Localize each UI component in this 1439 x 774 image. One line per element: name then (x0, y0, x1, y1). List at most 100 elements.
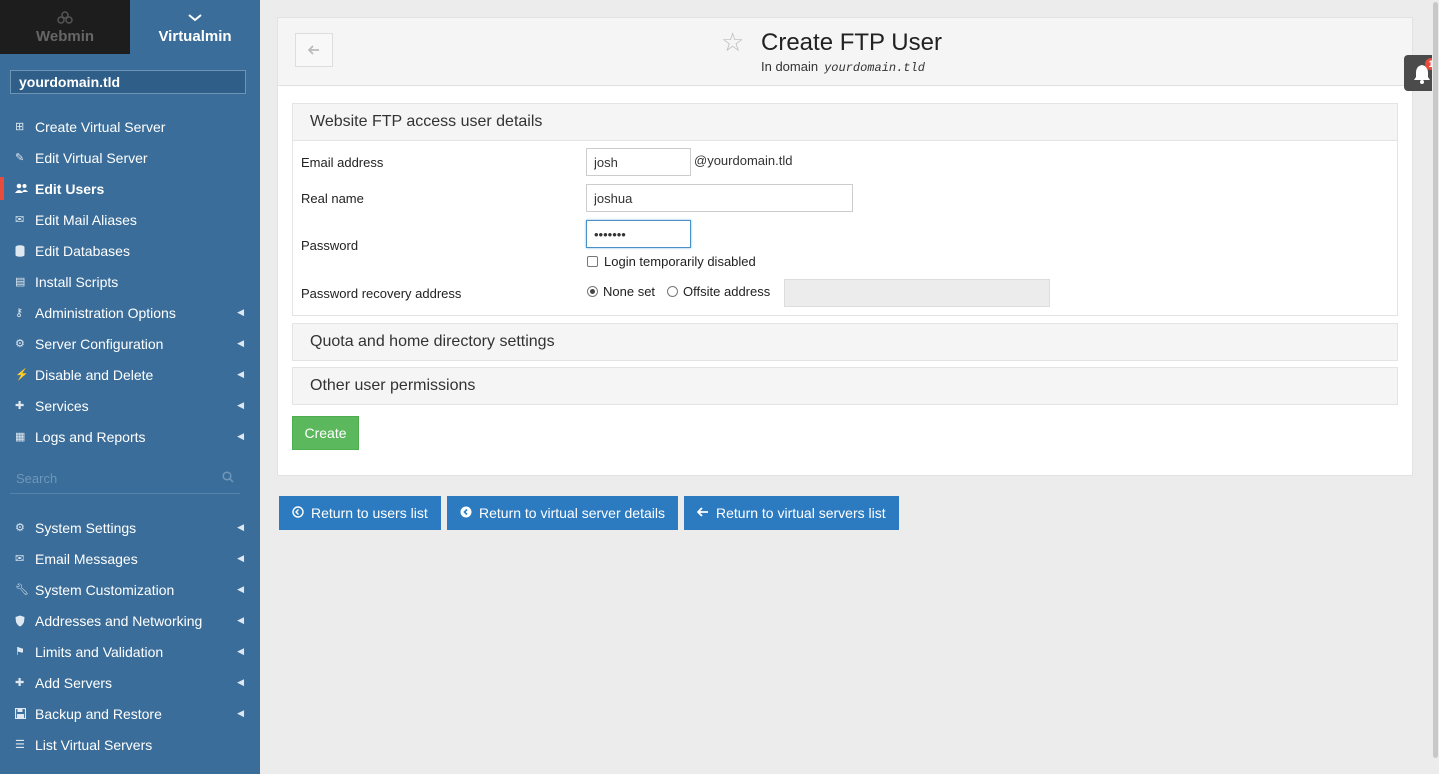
users-icon (15, 183, 35, 194)
shield-icon (15, 615, 35, 627)
puzzle-icon: ✚ (15, 400, 25, 412)
main-panel: ☆ Create FTP User In domain yourdomain.tl… (277, 17, 1413, 476)
sidebar-item-edit-databases[interactable]: Edit Databases (0, 235, 260, 266)
section-header-quota[interactable]: Quota and home directory settings (293, 324, 1397, 360)
quota-section: Quota and home directory settings (292, 323, 1398, 361)
radio-selected[interactable] (587, 286, 598, 297)
sidebar-item-label: Create Virtual Server (35, 118, 166, 135)
offsite-address-field[interactable] (784, 279, 1050, 307)
sidebar-item-limits-and-validation[interactable]: ⚑ Limits and Validation ◀ (0, 636, 260, 667)
caret-left-icon: ◀ (237, 307, 244, 317)
sidebar-item-label: Administration Options (35, 304, 176, 321)
sidebar-item-install-scripts[interactable]: ▤ Install Scripts (0, 266, 260, 297)
arrow-circle-left-icon (292, 505, 304, 521)
search-icon (222, 471, 234, 486)
subtitle-prefix: In domain (761, 59, 819, 74)
cogs-icon: ⚙ (15, 338, 25, 350)
sidebar-item-addresses-and-networking[interactable]: Addresses and Networking ◀ (0, 605, 260, 636)
domain-selector[interactable]: yourdomain.tld (10, 70, 246, 94)
sidebar-item-label: Add Servers (35, 674, 113, 691)
caret-left-icon: ◀ (237, 338, 244, 348)
product-switcher: Webmin Virtualmin (0, 0, 260, 54)
caret-left-icon: ◀ (237, 708, 244, 718)
sidebar-item-label: Edit Virtual Server (35, 149, 148, 166)
edit-icon: ✎ (15, 152, 25, 164)
sidebar-item-label: Edit Databases (35, 242, 130, 259)
sidebar-item-server-configuration[interactable]: ⚙ Server Configuration ◀ (0, 328, 260, 359)
password-label: Password (301, 238, 359, 253)
recovery-none-radio[interactable]: None set (587, 284, 655, 299)
sidebar-item-system-customization[interactable]: 🔧︎ System Customization ◀ (0, 574, 260, 605)
plug-icon: ⚡ (15, 369, 29, 381)
sidebar-item-label: Server Configuration (35, 335, 164, 352)
sidebar-item-list-virtual-servers[interactable]: ☰ List Virtual Servers (0, 729, 260, 760)
recovery-label: Password recovery address (301, 286, 462, 301)
sidebar-search[interactable]: Search (10, 464, 240, 494)
sidebar-item-label: System Customization (35, 581, 175, 598)
email-field[interactable] (586, 148, 691, 176)
section-header-permissions[interactable]: Other user permissions (293, 368, 1397, 404)
return-details-label: Return to virtual server details (479, 505, 665, 521)
sidebar-item-add-servers[interactable]: ✚ Add Servers ◀ (0, 667, 260, 698)
sidebar-item-disable-and-delete[interactable]: ⚡ Disable and Delete ◀ (0, 359, 260, 390)
permissions-section: Other user permissions (292, 367, 1398, 405)
webmin-icon (57, 10, 73, 26)
sidebar-item-edit-virtual-server[interactable]: ✎ Edit Virtual Server (0, 142, 260, 173)
return-servers-button[interactable]: Return to virtual servers list (684, 496, 899, 530)
scrollbar-thumb[interactable] (1433, 2, 1438, 758)
sidebar-item-backup-and-restore[interactable]: Backup and Restore ◀ (0, 698, 260, 729)
login-disabled-checkbox[interactable]: Login temporarily disabled (587, 254, 756, 269)
arrow-circle-left-icon (460, 506, 472, 521)
return-users-button[interactable]: Return to users list (279, 496, 441, 530)
recovery-offsite-label: Offsite address (683, 284, 771, 299)
ftp-user-details-section: Website FTP access user details Email ad… (292, 103, 1398, 316)
section-header-user-details[interactable]: Website FTP access user details (293, 104, 1397, 140)
sidebar-item-email-messages[interactable]: ✉ Email Messages ◀ (0, 543, 260, 574)
back-button[interactable] (295, 33, 333, 67)
email-label: Email address (301, 155, 384, 170)
search-input[interactable]: Search (16, 471, 57, 486)
caret-left-icon: ◀ (237, 369, 244, 379)
email-domain-suffix: @yourdomain.tld (694, 153, 793, 168)
return-details-button[interactable]: Return to virtual server details (447, 496, 678, 530)
create-button[interactable]: Create (292, 416, 359, 450)
tab-virtualmin[interactable]: Virtualmin (130, 0, 260, 54)
tab-webmin[interactable]: Webmin (0, 0, 130, 54)
arrow-left-icon (696, 506, 709, 520)
password-field[interactable] (586, 220, 691, 248)
radio-unselected[interactable] (667, 286, 679, 297)
caret-left-icon: ◀ (237, 615, 244, 625)
sidebar-item-edit-mail-aliases[interactable]: ✉ Edit Mail Aliases (0, 204, 260, 235)
caret-left-icon: ◀ (237, 584, 244, 594)
login-disabled-label: Login temporarily disabled (604, 254, 756, 269)
sidebar-item-administration-options[interactable]: ⚷ Administration Options ◀ (0, 297, 260, 328)
sidebar-item-services[interactable]: ✚ Services ◀ (0, 390, 260, 421)
sidebar-item-edit-users[interactable]: Edit Users (0, 173, 260, 204)
subtitle-domain: yourdomain.tld (824, 61, 925, 75)
sidebar: Webmin Virtualmin yourdomain.tld ⊞ Creat… (0, 0, 260, 774)
return-users-label: Return to users list (311, 505, 428, 521)
sidebar-item-system-settings[interactable]: ⚙ System Settings ◀ (0, 512, 260, 543)
wrench-icon: 🔧︎ (15, 584, 29, 596)
caret-left-icon: ◀ (237, 646, 244, 656)
plus-square-icon: ⊞ (15, 121, 25, 133)
star-icon[interactable]: ☆ (721, 27, 744, 58)
archive-icon: ▤ (15, 276, 26, 288)
realname-field[interactable] (586, 184, 853, 212)
recovery-offsite-radio[interactable]: Offsite address (667, 284, 770, 299)
sidebar-item-label: Services (35, 397, 89, 414)
caret-left-icon: ◀ (237, 522, 244, 532)
file-icon: ▦ (15, 431, 26, 443)
realname-label: Real name (301, 191, 364, 206)
checkbox-box[interactable] (587, 256, 598, 267)
tab-webmin-label: Webmin (35, 27, 95, 45)
database-icon (15, 244, 35, 257)
sidebar-item-create-virtual-server[interactable]: ⊞ Create Virtual Server (0, 111, 260, 142)
scrollbar[interactable] (1432, 0, 1439, 774)
sidebar-item-label: Addresses and Networking (35, 612, 203, 629)
caret-left-icon: ◀ (237, 553, 244, 563)
page-title: Create FTP User (761, 29, 942, 56)
sidebar-item-logs-and-reports[interactable]: ▦ Logs and Reports ◀ (0, 421, 260, 452)
sidebar-item-label: Edit Users (35, 180, 105, 197)
recovery-none-label: None set (603, 284, 656, 299)
